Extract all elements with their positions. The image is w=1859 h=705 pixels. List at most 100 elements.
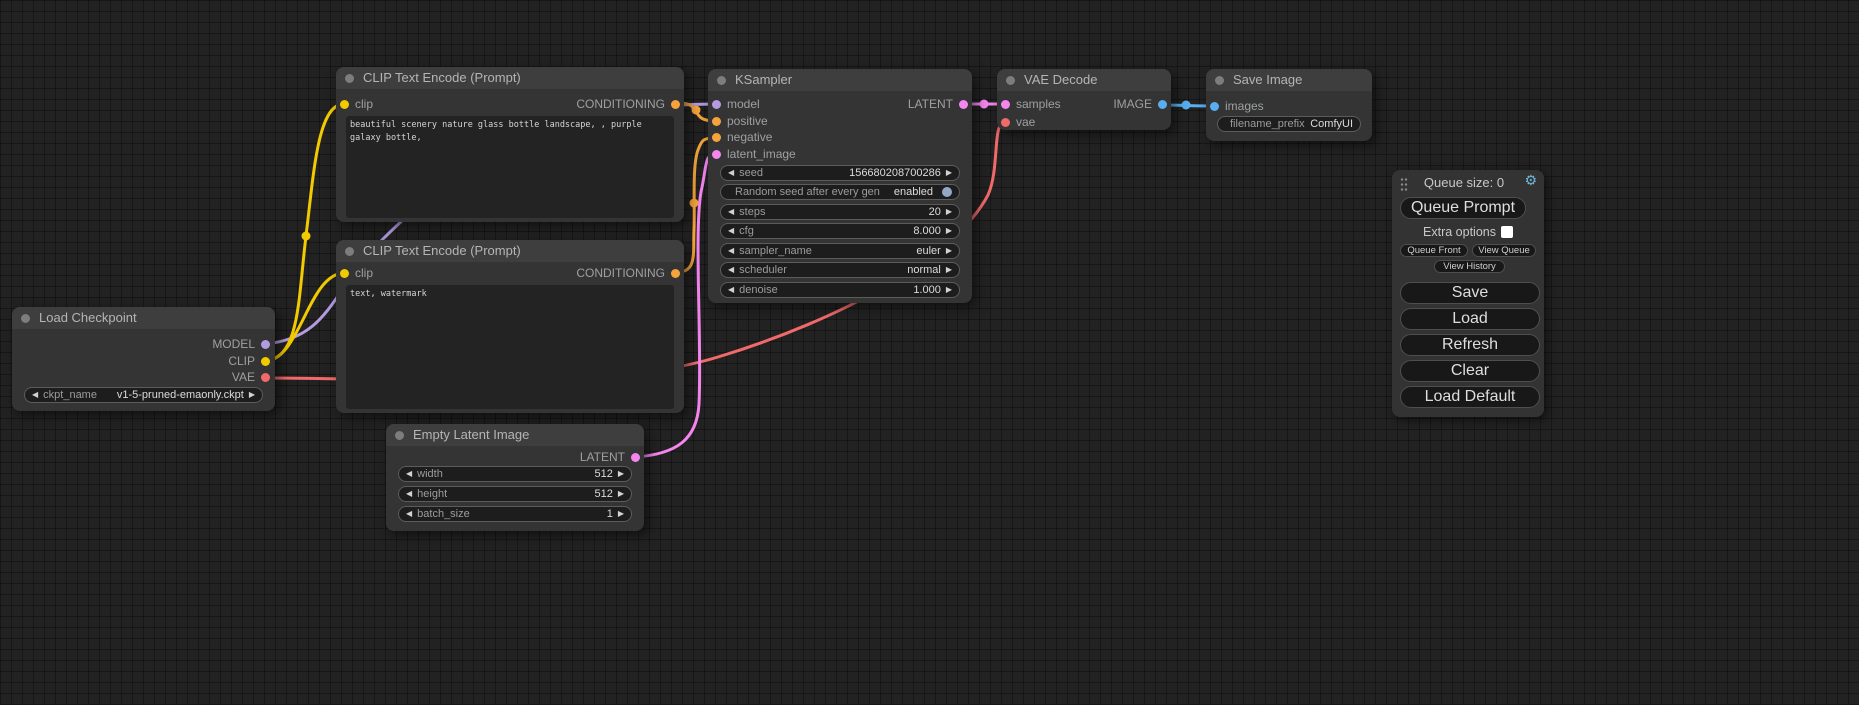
combo-right-arrow-icon[interactable]: ▶ xyxy=(249,391,255,399)
node-title-bar[interactable]: VAE Decode xyxy=(997,69,1171,91)
load-button[interactable]: Load xyxy=(1400,308,1540,330)
node-title-bar[interactable]: Empty Latent Image xyxy=(386,424,644,446)
decrement-arrow-icon[interactable]: ◀ xyxy=(728,286,734,294)
combo-right-arrow-icon[interactable]: ▶ xyxy=(946,266,952,274)
node-vae-decode[interactable]: VAE Decode samples vae IMAGE xyxy=(997,69,1171,130)
input-slot-samples[interactable]: samples xyxy=(1001,97,1061,111)
decrement-arrow-icon[interactable]: ◀ xyxy=(406,490,412,498)
extra-options-checkbox[interactable] xyxy=(1501,226,1513,238)
combo-left-arrow-icon[interactable]: ◀ xyxy=(728,247,734,255)
slot-dot-image[interactable] xyxy=(1158,100,1167,109)
prompt-textarea[interactable]: beautiful scenery nature glass bottle la… xyxy=(346,116,674,218)
slot-dot-images[interactable] xyxy=(1210,102,1219,111)
combo-left-arrow-icon[interactable]: ◀ xyxy=(32,391,38,399)
output-slot-conditioning[interactable]: CONDITIONING xyxy=(576,266,680,280)
slot-dot-latent-image[interactable] xyxy=(712,150,721,159)
slot-dot-model[interactable] xyxy=(712,100,721,109)
input-slot-vae[interactable]: vae xyxy=(1001,115,1035,129)
input-slot-clip[interactable]: clip xyxy=(340,97,373,111)
height-number-widget[interactable]: ◀ height 512 ▶ xyxy=(398,486,632,502)
random-seed-toggle-widget[interactable]: Random seed after every gen enabled xyxy=(720,184,960,200)
increment-arrow-icon[interactable]: ▶ xyxy=(946,208,952,216)
slot-dot-samples[interactable] xyxy=(1001,100,1010,109)
slot-dot-latent[interactable] xyxy=(631,453,640,462)
denoise-number-widget[interactable]: ◀ denoise 1.000 ▶ xyxy=(720,282,960,298)
gear-icon[interactable]: ⚙ xyxy=(1524,173,1537,189)
collapse-dot-icon[interactable] xyxy=(717,76,726,85)
output-slot-conditioning[interactable]: CONDITIONING xyxy=(576,97,680,111)
slot-dot-negative[interactable] xyxy=(712,133,721,142)
output-slot-latent[interactable]: LATENT xyxy=(580,450,640,464)
increment-arrow-icon[interactable]: ▶ xyxy=(618,510,624,518)
prompt-textarea[interactable]: text, watermark xyxy=(346,285,674,409)
increment-arrow-icon[interactable]: ▶ xyxy=(618,490,624,498)
decrement-arrow-icon[interactable]: ◀ xyxy=(728,227,734,235)
slot-dot-conditioning[interactable] xyxy=(671,269,680,278)
collapse-dot-icon[interactable] xyxy=(345,74,354,83)
slot-dot-clip[interactable] xyxy=(261,357,270,366)
input-slot-clip[interactable]: clip xyxy=(340,266,373,280)
decrement-arrow-icon[interactable]: ◀ xyxy=(728,169,734,177)
filename-prefix-text-widget[interactable]: filename_prefix ComfyUI xyxy=(1217,116,1361,132)
input-slot-images[interactable]: images xyxy=(1210,99,1264,113)
collapse-dot-icon[interactable] xyxy=(345,247,354,256)
node-title-bar[interactable]: Load Checkpoint xyxy=(12,307,275,329)
node-save-image[interactable]: Save Image images filename_prefix ComfyU… xyxy=(1206,69,1372,141)
node-title-bar[interactable]: KSampler xyxy=(708,69,972,91)
input-slot-negative[interactable]: negative xyxy=(712,130,772,144)
toggle-dot-icon[interactable] xyxy=(942,187,952,197)
scheduler-combo-widget[interactable]: ◀ scheduler normal ▶ xyxy=(720,262,960,278)
increment-arrow-icon[interactable]: ▶ xyxy=(618,470,624,478)
queue-front-button[interactable]: Queue Front xyxy=(1400,244,1468,257)
queue-prompt-button[interactable]: Queue Prompt xyxy=(1400,197,1526,219)
combo-right-arrow-icon[interactable]: ▶ xyxy=(946,247,952,255)
sampler-name-combo-widget[interactable]: ◀ sampler_name euler ▶ xyxy=(720,243,960,259)
combo-left-arrow-icon[interactable]: ◀ xyxy=(728,266,734,274)
refresh-button[interactable]: Refresh xyxy=(1400,334,1540,356)
node-title-bar[interactable]: CLIP Text Encode (Prompt) xyxy=(336,67,684,89)
increment-arrow-icon[interactable]: ▶ xyxy=(946,286,952,294)
output-slot-vae[interactable]: VAE xyxy=(232,370,270,384)
increment-arrow-icon[interactable]: ▶ xyxy=(946,227,952,235)
input-slot-latent-image[interactable]: latent_image xyxy=(712,147,796,161)
view-queue-button[interactable]: View Queue xyxy=(1472,244,1536,257)
seed-number-widget[interactable]: ◀ seed 156680208700286 ▶ xyxy=(720,165,960,181)
slot-dot-conditioning[interactable] xyxy=(671,100,680,109)
node-title-bar[interactable]: Save Image xyxy=(1206,69,1372,91)
decrement-arrow-icon[interactable]: ◀ xyxy=(406,470,412,478)
ckpt-name-combo-widget[interactable]: ◀ ckpt_name v1-5-pruned-emaonly.ckpt ▶ xyxy=(24,387,263,403)
node-load-checkpoint[interactable]: Load Checkpoint MODEL CLIP VAE ◀ ckpt_na… xyxy=(12,307,275,411)
slot-dot-model[interactable] xyxy=(261,340,270,349)
collapse-dot-icon[interactable] xyxy=(1006,76,1015,85)
drag-handle-icon[interactable] xyxy=(1400,177,1408,192)
load-default-button[interactable]: Load Default xyxy=(1400,386,1540,408)
output-slot-image[interactable]: IMAGE xyxy=(1113,97,1167,111)
node-clip-text-encode-negative[interactable]: CLIP Text Encode (Prompt) clip CONDITION… xyxy=(336,240,684,413)
clear-button[interactable]: Clear xyxy=(1400,360,1540,382)
slot-dot-vae[interactable] xyxy=(1001,118,1010,127)
output-slot-model[interactable]: MODEL xyxy=(212,337,270,351)
batch-size-number-widget[interactable]: ◀ batch_size 1 ▶ xyxy=(398,506,632,522)
increment-arrow-icon[interactable]: ▶ xyxy=(946,169,952,177)
decrement-arrow-icon[interactable]: ◀ xyxy=(406,510,412,518)
slot-dot-clip[interactable] xyxy=(340,269,349,278)
slot-dot-clip[interactable] xyxy=(340,100,349,109)
steps-number-widget[interactable]: ◀ steps 20 ▶ xyxy=(720,204,960,220)
collapse-dot-icon[interactable] xyxy=(395,431,404,440)
slot-dot-positive[interactable] xyxy=(712,117,721,126)
collapse-dot-icon[interactable] xyxy=(1215,76,1224,85)
node-empty-latent-image[interactable]: Empty Latent Image LATENT ◀ width 512 ▶ … xyxy=(386,424,644,531)
slot-dot-latent[interactable] xyxy=(959,100,968,109)
cfg-number-widget[interactable]: ◀ cfg 8.000 ▶ xyxy=(720,223,960,239)
node-ksampler[interactable]: KSampler model positive negative latent_… xyxy=(708,69,972,303)
slot-dot-vae[interactable] xyxy=(261,373,270,382)
output-slot-clip[interactable]: CLIP xyxy=(228,354,270,368)
decrement-arrow-icon[interactable]: ◀ xyxy=(728,208,734,216)
collapse-dot-icon[interactable] xyxy=(21,314,30,323)
node-title-bar[interactable]: CLIP Text Encode (Prompt) xyxy=(336,240,684,262)
view-history-button[interactable]: View History xyxy=(1434,260,1505,273)
output-slot-latent[interactable]: LATENT xyxy=(908,97,968,111)
node-clip-text-encode-positive[interactable]: CLIP Text Encode (Prompt) clip CONDITION… xyxy=(336,67,684,222)
width-number-widget[interactable]: ◀ width 512 ▶ xyxy=(398,466,632,482)
save-button[interactable]: Save xyxy=(1400,282,1540,304)
